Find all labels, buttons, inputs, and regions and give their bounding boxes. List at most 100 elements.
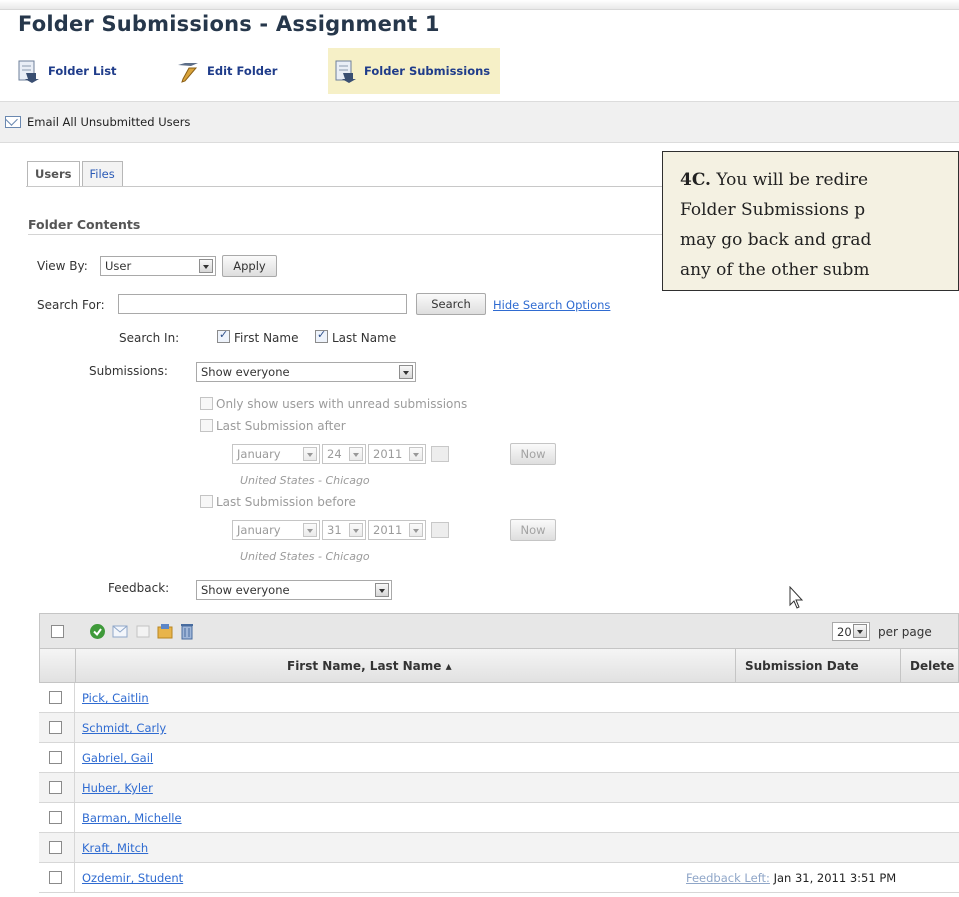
after-year-select[interactable]: 2011 (368, 444, 426, 464)
calendar-icon[interactable] (431, 522, 449, 538)
column-date-header[interactable]: Submission Date (745, 659, 859, 673)
submissions-label: Submissions: (89, 364, 168, 378)
add-icon[interactable] (89, 623, 106, 640)
student-name-link[interactable]: Pick, Caitlin (82, 691, 149, 705)
table-row: Schmidt, Carly (39, 713, 959, 743)
grid-toolbar: 20 per page (39, 613, 959, 649)
view-by-select[interactable]: User (100, 256, 216, 276)
column-name-header[interactable]: First Name, Last Name ▴ (287, 659, 452, 673)
submission-before-checkbox[interactable] (200, 495, 213, 508)
hide-search-options-link[interactable]: Hide Search Options (493, 298, 610, 312)
first-name-checkbox[interactable] (217, 328, 230, 343)
chevron-down-icon (853, 624, 867, 638)
before-year-select[interactable]: 2011 (368, 520, 426, 540)
envelope-icon (5, 116, 21, 128)
chevron-down-icon (375, 583, 389, 597)
chevron-down-icon (199, 259, 213, 273)
mouse-cursor-icon (789, 586, 804, 609)
nav-folder-list[interactable]: Folder List (18, 48, 117, 94)
student-name-link[interactable]: Schmidt, Carly (82, 721, 166, 735)
apply-button[interactable]: Apply (222, 255, 277, 277)
edit-folder-icon (178, 63, 198, 83)
select-all-checkbox[interactable] (51, 625, 64, 638)
table-row: Huber, Kyler (39, 773, 959, 803)
row-checkbox[interactable] (49, 811, 62, 824)
unread-only-checkbox[interactable] (200, 397, 213, 410)
last-name-checkbox[interactable] (315, 328, 328, 343)
submission-after-label: Last Submission after (216, 419, 346, 433)
search-input[interactable] (118, 294, 407, 314)
before-month-select[interactable]: January (232, 520, 320, 540)
student-name-link[interactable]: Huber, Kyler (82, 781, 153, 795)
student-name-link[interactable]: Kraft, Mitch (82, 841, 148, 855)
download-icon[interactable] (157, 623, 173, 639)
page-title: Folder Submissions - Assignment 1 (18, 12, 440, 36)
row-checkbox[interactable] (49, 871, 62, 884)
after-day-value: 24 (327, 447, 342, 461)
feedback-value: Show everyone (201, 583, 290, 597)
feedback-label: Feedback: (108, 581, 170, 595)
before-timezone: United States - Chicago (240, 550, 370, 563)
email-unsubmitted-label: Email All Unsubmitted Users (27, 115, 191, 129)
row-select-cell (39, 773, 75, 802)
nav-edit-folder[interactable]: Edit Folder (177, 48, 277, 94)
search-for-label: Search For: (37, 298, 105, 312)
column-divider (900, 649, 901, 682)
trash-icon[interactable] (180, 622, 194, 640)
callout-line-2: Folder Submissions p (680, 200, 866, 220)
student-name-link[interactable]: Gabriel, Gail (82, 751, 153, 765)
nav-folder-submissions-label: Folder Submissions (364, 64, 491, 78)
table-row: Barman, Michelle (39, 803, 959, 833)
after-month-select[interactable]: January (232, 444, 320, 464)
nav-folder-submissions[interactable]: Folder Submissions (328, 48, 501, 94)
per-page-select[interactable]: 20 (832, 622, 870, 641)
email-unsubmitted-button[interactable]: Email All Unsubmitted Users (5, 115, 190, 129)
after-timezone: United States - Chicago (240, 474, 370, 487)
table-row: Pick, Caitlin (39, 683, 959, 713)
email-icon[interactable] (112, 625, 128, 638)
unread-only-label: Only show users with unread submissions (216, 397, 468, 411)
folder-submissions-icon (335, 60, 356, 83)
after-year-value: 2011 (373, 447, 403, 461)
tab-files[interactable]: Files (81, 161, 123, 186)
mark-read-icon[interactable] (136, 625, 150, 638)
nav-folder-list-label: Folder List (48, 64, 117, 78)
tab-users[interactable]: Users (27, 161, 80, 186)
row-select-cell (39, 863, 75, 892)
submissions-select[interactable]: Show everyone (196, 362, 416, 382)
student-name-link[interactable]: Ozdemir, Student (82, 871, 183, 885)
row-checkbox[interactable] (49, 751, 62, 764)
student-name-link[interactable]: Barman, Michelle (82, 811, 182, 825)
table-row: Kraft, Mitch (39, 833, 959, 863)
after-now-button[interactable]: Now (510, 443, 556, 465)
column-deleted-header[interactable]: Delete (910, 659, 954, 673)
before-now-button[interactable]: Now (510, 519, 556, 541)
row-select-cell (39, 803, 75, 832)
row-checkbox[interactable] (49, 841, 62, 854)
feedback-left-link[interactable]: Feedback Left: (686, 871, 770, 885)
section-title: Folder Contents (28, 217, 141, 232)
chevron-down-icon (303, 447, 317, 461)
callout-line-4: any of the other subm (680, 260, 870, 280)
submission-before-label: Last Submission before (216, 495, 356, 509)
folder-list-icon (18, 60, 39, 83)
chevron-down-icon (349, 447, 363, 461)
search-button[interactable]: Search (416, 293, 486, 315)
row-checkbox[interactable] (49, 781, 62, 794)
header-select-cell (40, 649, 76, 682)
row-checkbox[interactable] (49, 721, 62, 734)
submission-date: Jan 31, 2011 3:51 PM (773, 871, 897, 885)
after-day-select[interactable]: 24 (322, 444, 366, 464)
chevron-down-icon (409, 447, 423, 461)
row-select-cell (39, 833, 75, 862)
feedback-select[interactable]: Show everyone (196, 580, 392, 600)
table-row: Gabriel, Gail (39, 743, 959, 773)
submission-after-checkbox[interactable] (200, 419, 213, 432)
calendar-icon[interactable] (431, 446, 449, 462)
row-select-cell (39, 743, 75, 772)
tab-bar: Users Files (27, 161, 125, 186)
row-select-cell (39, 713, 75, 742)
row-checkbox[interactable] (49, 691, 62, 704)
before-day-select[interactable]: 31 (322, 520, 366, 540)
chevron-down-icon (399, 365, 413, 379)
